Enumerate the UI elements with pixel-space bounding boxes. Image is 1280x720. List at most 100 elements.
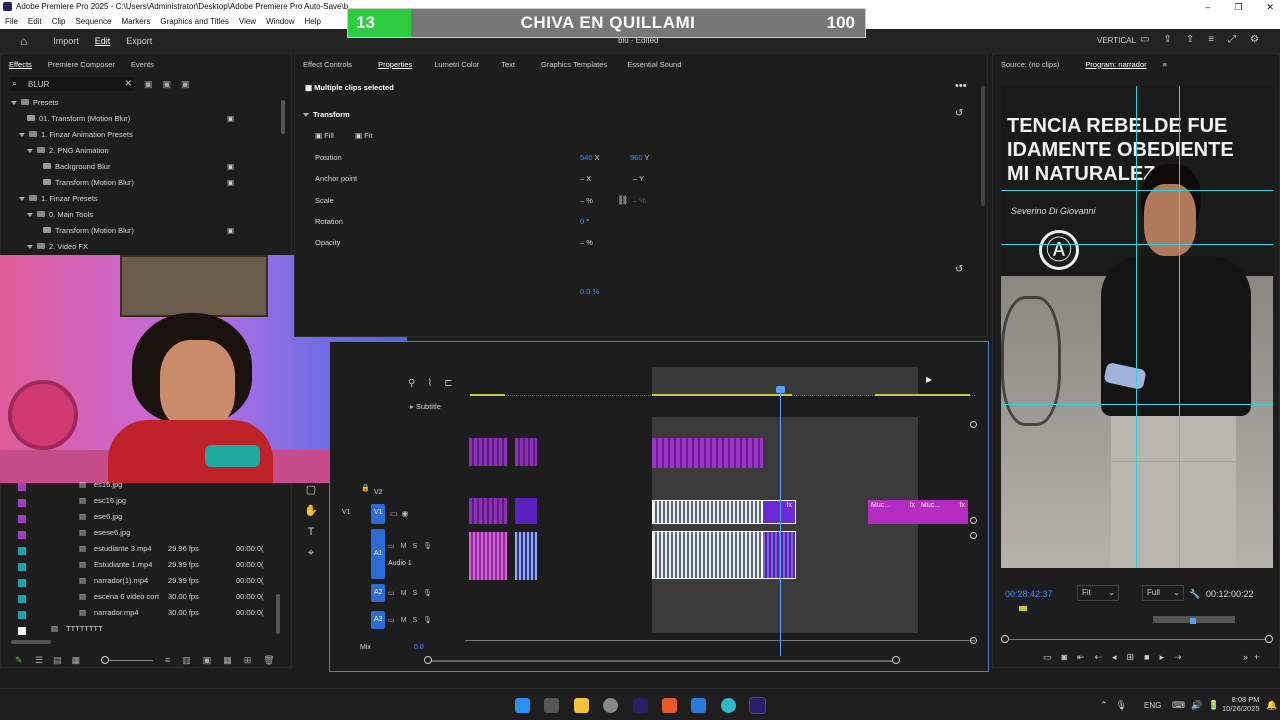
effects-tree-item[interactable]: 2. PNG Animation xyxy=(27,146,109,155)
v1-label[interactable]: V1 xyxy=(374,509,383,516)
scale-value-2[interactable]: – % xyxy=(633,196,646,205)
menu-window[interactable]: Window xyxy=(261,14,299,29)
menu-sequence[interactable]: Sequence xyxy=(70,14,116,29)
file-explorer-icon[interactable] xyxy=(574,698,589,713)
anchor-x[interactable]: – X xyxy=(580,174,591,183)
project-item-name[interactable]: es16.jpg xyxy=(94,480,122,489)
vscroll-bottom-handle[interactable] xyxy=(970,637,977,644)
tab-lumetri[interactable]: Lumetri Color xyxy=(426,60,487,69)
effects-tree-item[interactable]: 0. Main Tools xyxy=(27,210,93,219)
hscroll-left-handle[interactable] xyxy=(424,656,432,664)
effects-tree-item[interactable]: 1. Finzar Animation Presets xyxy=(19,130,133,139)
premiere-icon-2[interactable] xyxy=(749,697,766,714)
system-icons[interactable]: ⌨🔊🔋 xyxy=(1172,700,1225,711)
program-playhead[interactable] xyxy=(1190,618,1196,624)
clip-v3-c[interactable] xyxy=(652,438,763,468)
transform-section[interactable]: Transform xyxy=(303,110,350,119)
start-button-icon[interactable] xyxy=(515,698,530,713)
effects-search[interactable]: ⌕ BLUR ✕ xyxy=(9,77,135,91)
rotation-value[interactable]: 0 ° xyxy=(580,217,589,226)
label-color-swatch[interactable] xyxy=(18,563,26,571)
tray-icons[interactable]: ⌃🎙 xyxy=(1100,700,1135,711)
clip-v1-b[interactable] xyxy=(515,498,537,524)
menu-help[interactable]: Help xyxy=(300,14,326,29)
header-icons[interactable]: ▭⇪⇧≡⤢⚙ xyxy=(1140,34,1273,45)
effects-tree-item[interactable]: Transform (Motion Blur) xyxy=(35,178,134,187)
label-color-swatch[interactable] xyxy=(18,499,26,507)
minimize-button[interactable]: – xyxy=(1205,0,1210,14)
project-item-name[interactable]: TTTTTTTT xyxy=(66,624,103,633)
program-timecode[interactable]: 00:28:42:37 xyxy=(1005,589,1053,599)
clip-a1-narrador[interactable] xyxy=(652,531,762,579)
task-view-icon[interactable] xyxy=(544,698,559,713)
tab-effects[interactable]: Effects xyxy=(1,60,40,69)
timeline-tools[interactable]: ⚲⌇⊏ xyxy=(408,378,465,389)
menu-edit[interactable]: Edit xyxy=(23,14,47,29)
wrench-icon[interactable]: 🔧 xyxy=(1189,589,1200,600)
transport-controls[interactable]: ▭◙⇤⇠◂⊞■▸⇢ xyxy=(1043,652,1192,663)
brave-icon[interactable] xyxy=(662,698,677,713)
timeline-hscroll[interactable] xyxy=(428,660,898,662)
zoom-slider-handle[interactable] xyxy=(101,656,109,664)
a2-label[interactable]: A2 xyxy=(374,589,383,596)
more-options-icon[interactable]: ••• xyxy=(955,80,967,92)
v2-lock[interactable]: 🔒 xyxy=(361,484,373,498)
tab-premiere-composer[interactable]: Premiere Composer xyxy=(40,60,123,69)
link-icon[interactable]: ⛓ xyxy=(617,195,628,206)
scale-value[interactable]: – % xyxy=(580,196,593,205)
playhead-handle[interactable] xyxy=(776,386,785,393)
maximize-button[interactable]: ❐ xyxy=(1234,0,1242,14)
tab-source[interactable]: Source: (no clips) xyxy=(993,60,1067,69)
program-scrubber[interactable] xyxy=(1005,639,1270,640)
project-item-name[interactable]: estudiante 3.mp4 xyxy=(94,544,152,553)
effects-tree-item[interactable]: Presets xyxy=(11,98,58,107)
effects-filter-icons[interactable]: ▣▣▣ xyxy=(144,79,200,90)
extra-value[interactable]: 0.0 % xyxy=(580,287,599,296)
hand-tool-icon[interactable]: ✋ xyxy=(300,501,322,522)
project-item-name[interactable]: ese6.jpg xyxy=(94,512,122,521)
project-item-name[interactable]: narrador.mp4 xyxy=(94,608,139,617)
menu-graphics[interactable]: Graphics and Titles xyxy=(155,14,233,29)
scrubber-right-handle[interactable] xyxy=(1265,635,1273,643)
menu-file[interactable]: File xyxy=(0,14,23,29)
tab-properties[interactable]: Properties xyxy=(370,60,420,69)
mix-value[interactable]: 0.0 xyxy=(414,644,424,651)
clip-v3-a[interactable] xyxy=(469,438,507,466)
selection-tool-icon[interactable]: ▢ xyxy=(300,480,322,501)
vscroll-top-handle[interactable] xyxy=(970,421,977,428)
pencil-icon[interactable]: ✎ xyxy=(15,655,23,666)
project-item-name[interactable]: escena 6 video cort xyxy=(94,592,159,601)
v1-controls[interactable]: ▭◉ xyxy=(390,509,413,518)
position-y[interactable]: 960 Y xyxy=(630,153,649,162)
label-color-swatch[interactable] xyxy=(18,515,26,523)
hscroll-right-handle[interactable] xyxy=(892,656,900,664)
playhead-line[interactable] xyxy=(780,386,781,656)
a2-controls[interactable]: ▭MS🎙 xyxy=(388,589,438,597)
label-color-swatch[interactable] xyxy=(18,547,26,555)
menu-markers[interactable]: Markers xyxy=(117,14,156,29)
tab-text[interactable]: Text xyxy=(493,60,523,69)
tab-export[interactable]: Export xyxy=(118,36,160,46)
v2-label[interactable]: V2 xyxy=(374,489,383,496)
work-area-bar[interactable] xyxy=(652,367,918,395)
vscroll-a-handle[interactable] xyxy=(970,532,977,539)
clip-v1-muc-2[interactable]: Muc... fx xyxy=(918,500,968,524)
project-footer-icons[interactable]: ≡▥▣▦⊞🗑 xyxy=(165,655,287,666)
label-color-swatch[interactable] xyxy=(18,531,26,539)
menu-view[interactable]: View xyxy=(234,14,261,29)
premiere-icon-1[interactable] xyxy=(633,698,648,713)
view-mode-icons[interactable]: ☰▤▦ xyxy=(35,655,90,666)
clip-a1-b[interactable] xyxy=(515,532,537,580)
close-button[interactable]: ✕ xyxy=(1266,0,1274,14)
project-item-name[interactable]: esc16.jpg xyxy=(94,496,126,505)
search-input[interactable]: BLUR xyxy=(28,80,49,89)
obs-icon[interactable] xyxy=(603,698,618,713)
a1-label[interactable]: A1 xyxy=(374,550,383,557)
fit-dropdown[interactable]: Fit ⌄ xyxy=(1077,585,1119,601)
reset-icon[interactable]: ↺ xyxy=(955,264,963,275)
clip-v1-a[interactable] xyxy=(469,498,507,524)
a1-controls[interactable]: ▭MS🎙 xyxy=(388,542,438,550)
a3-label[interactable]: A3 xyxy=(374,616,383,623)
notification-icon[interactable]: 🔔 xyxy=(1266,700,1277,711)
menu-clip[interactable]: Clip xyxy=(47,14,71,29)
